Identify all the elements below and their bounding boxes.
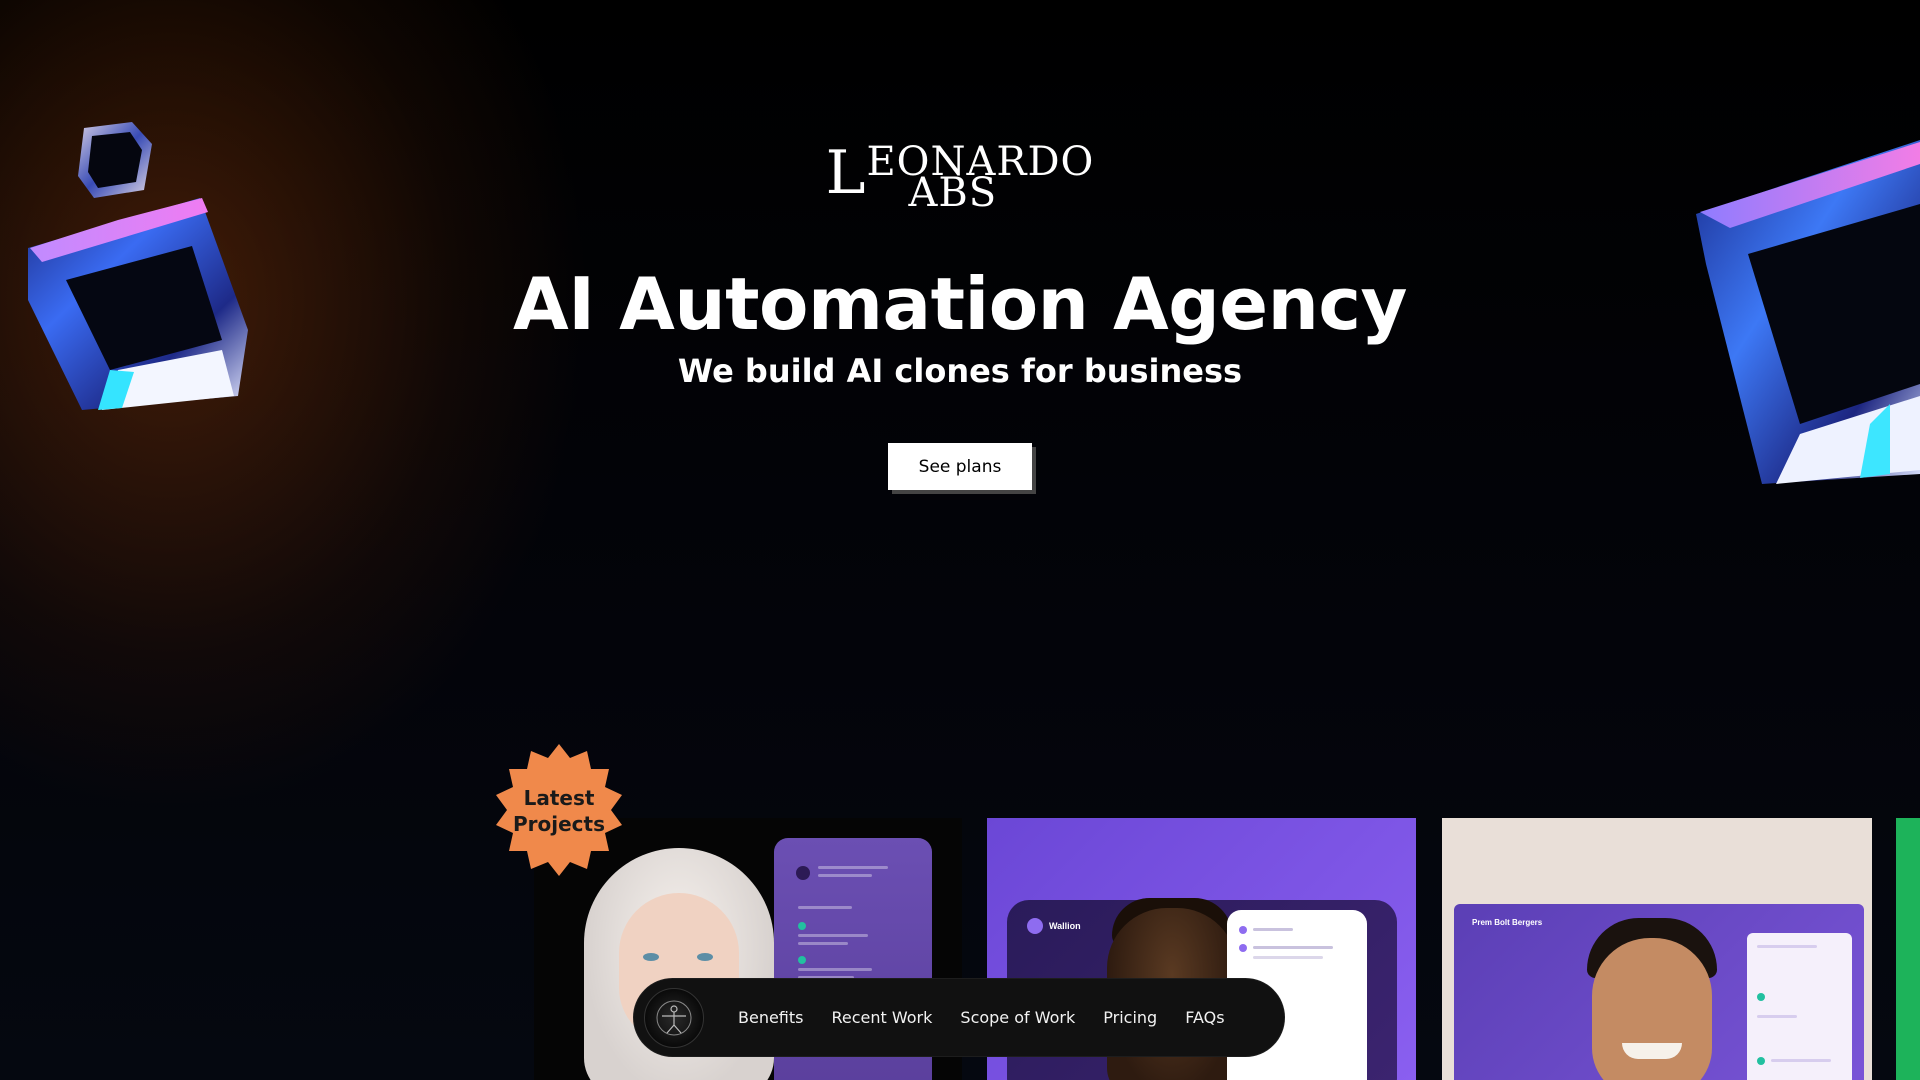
status-dot-icon <box>1757 993 1765 1001</box>
eye-icon <box>697 953 713 961</box>
see-plans-button[interactable]: See plans <box>888 443 1032 490</box>
panel-line <box>798 942 848 945</box>
nav-pricing[interactable]: Pricing <box>1103 1008 1157 1027</box>
panel-line <box>1771 1059 1831 1062</box>
nav-recent-work[interactable]: Recent Work <box>832 1008 933 1027</box>
latest-projects-badge: Latest Projects <box>490 742 628 880</box>
nav-benefits[interactable]: Benefits <box>738 1008 804 1027</box>
brand-logo[interactable]: LEONARDO LABS <box>0 142 1920 213</box>
nav-faqs[interactable]: FAQs <box>1185 1008 1224 1027</box>
panel-line <box>798 968 872 971</box>
vitruvian-logo-icon[interactable] <box>644 987 704 1048</box>
panel-line <box>818 866 888 869</box>
status-dot-icon <box>1757 1057 1765 1065</box>
hero-subtitle: We build AI clones for business <box>677 352 1243 390</box>
logo-line-2-text: ABS <box>908 170 998 216</box>
panel-line <box>798 934 868 937</box>
panel-line <box>1253 928 1293 931</box>
panel-line <box>798 906 852 909</box>
portrait-smile <box>1622 1043 1682 1059</box>
badge-text: Latest Projects <box>490 742 628 880</box>
badge-line-2: Projects <box>512 812 605 836</box>
project-card-4[interactable] <box>1896 818 1920 1080</box>
panel-line <box>1757 1015 1797 1018</box>
eye-icon <box>643 953 659 961</box>
panel-avatar-icon <box>796 866 810 880</box>
app-name: Wallion <box>1049 921 1081 931</box>
task-dot-icon <box>1239 944 1247 952</box>
hero-title: AI Automation Agency <box>513 262 1407 346</box>
panel-line <box>1253 946 1333 949</box>
status-dot-icon <box>798 922 806 930</box>
app-logo-icon <box>1027 918 1043 934</box>
panel-line <box>818 874 872 877</box>
vitruvian-man-icon <box>656 1000 692 1035</box>
project-card-3[interactable]: Prem Bolt Bergers <box>1442 818 1872 1080</box>
badge-line-1: Latest <box>523 786 595 810</box>
logo-line-2: LABS <box>0 173 1920 213</box>
panel-line <box>1757 945 1817 948</box>
nav-scope-of-work[interactable]: Scope of Work <box>960 1008 1075 1027</box>
task-dot-icon <box>1239 926 1247 934</box>
bottom-nav: Benefits Recent Work Scope of Work Prici… <box>634 979 1284 1056</box>
panel-line <box>1253 956 1323 959</box>
status-dot-icon <box>798 956 806 964</box>
app-name: Prem Bolt Bergers <box>1472 918 1543 927</box>
side-panel <box>1747 933 1852 1080</box>
